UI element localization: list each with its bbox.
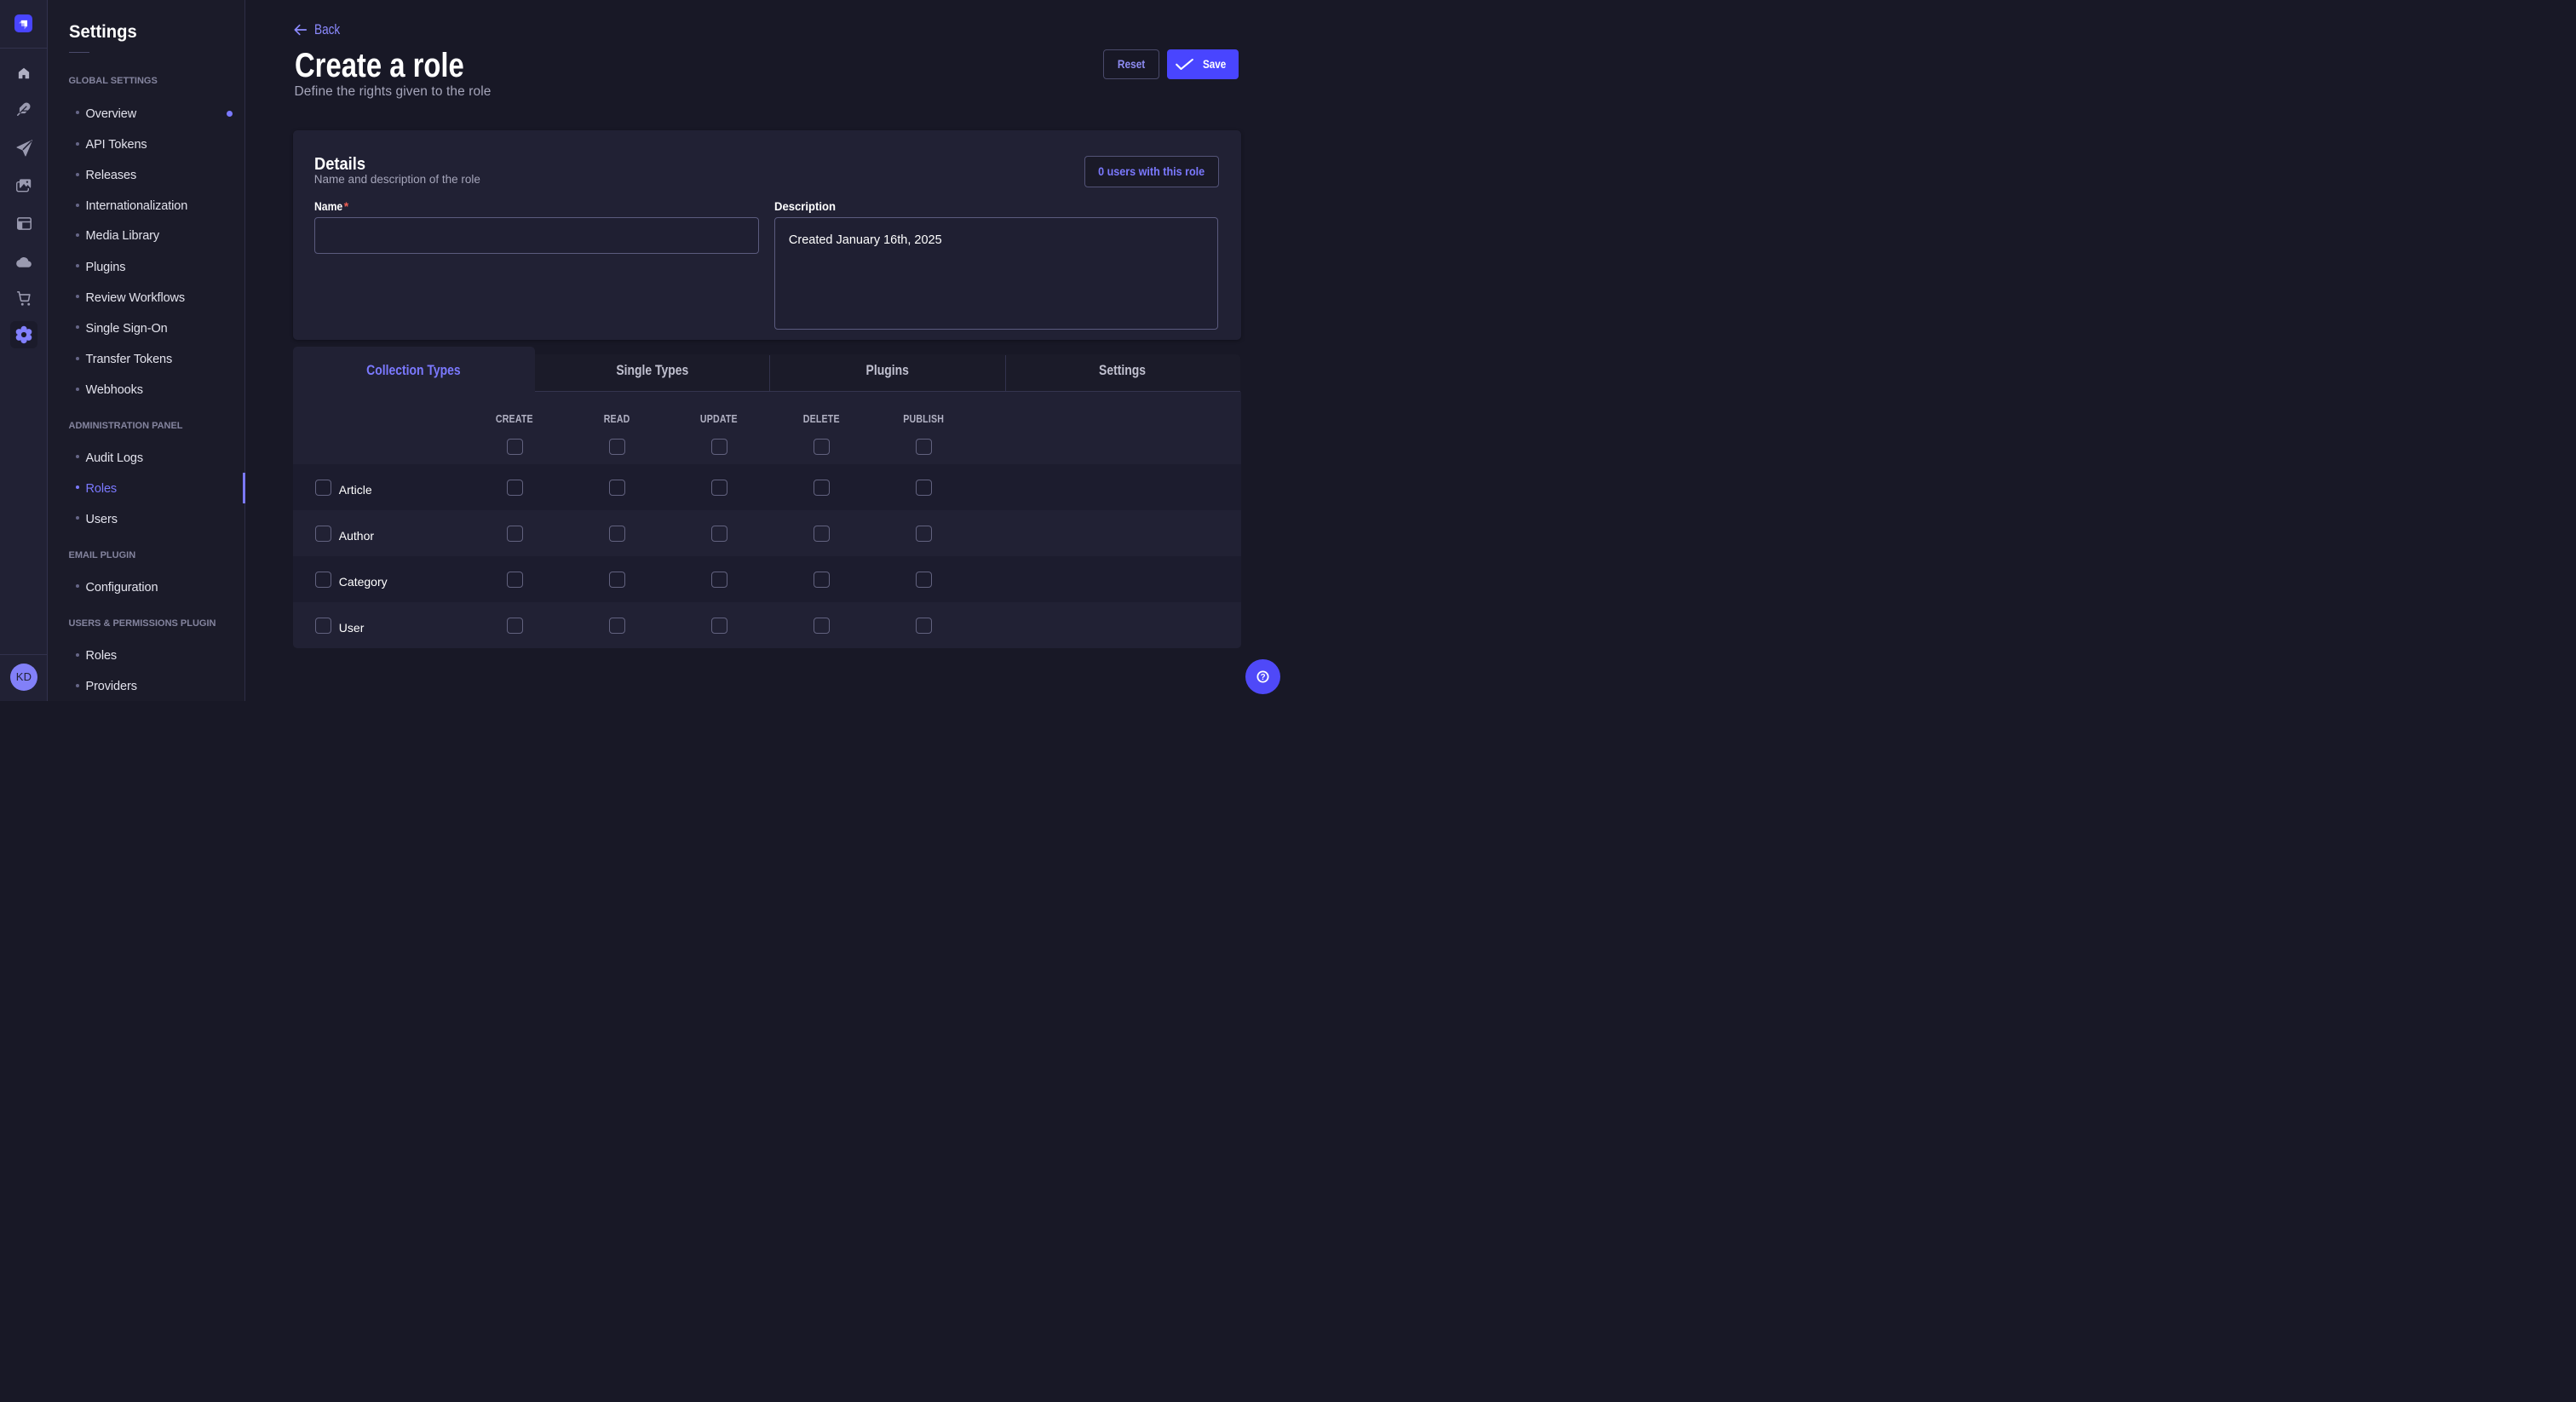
svg-text:?: ? xyxy=(1261,673,1266,682)
